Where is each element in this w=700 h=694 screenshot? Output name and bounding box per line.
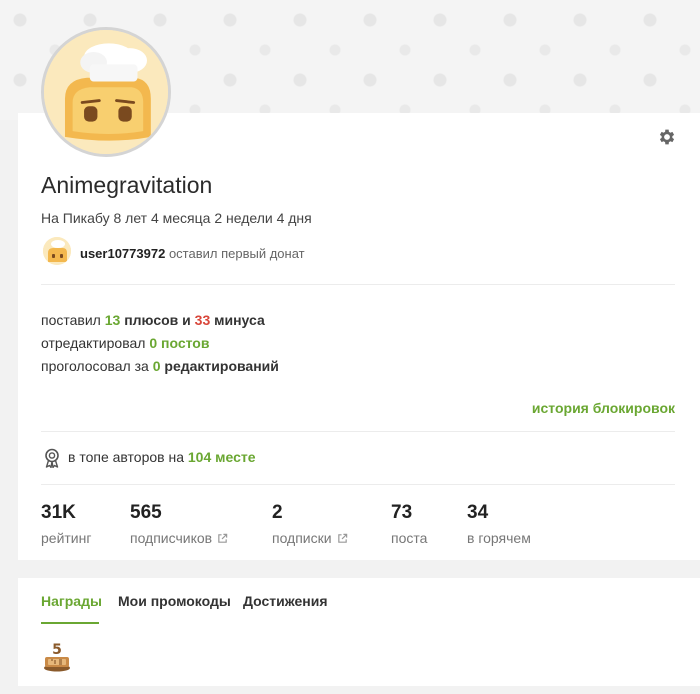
stat-label-wrap: подписчиков — [130, 530, 228, 546]
member-since-text: На Пикабу 8 лет 4 месяца 2 недели 4 дня — [41, 210, 312, 226]
stat-posts[interactable]: 73 поста — [391, 502, 427, 546]
stat-subscriptions[interactable]: 2 подписки — [272, 502, 348, 546]
pluses-count: 13 — [104, 312, 121, 328]
tab-promocodes[interactable]: Мои промокоды — [118, 593, 231, 609]
tab-achievements[interactable]: Достижения — [243, 593, 328, 609]
profile-avatar[interactable] — [41, 27, 171, 157]
donation-notice: user10773972 оставил первый донат — [80, 246, 305, 261]
stat-label-wrap: подписки — [272, 530, 348, 546]
chef-bread-avatar-icon — [44, 30, 168, 154]
block-history-link[interactable]: история блокировок — [532, 400, 675, 416]
stat-value: 565 — [130, 502, 162, 523]
username-heading: Animegravitation — [41, 172, 213, 198]
stat-label: рейтинг — [41, 530, 92, 546]
edited-posts-link[interactable]: 0 постов — [149, 335, 209, 351]
external-link-icon[interactable] — [337, 533, 348, 544]
chef-bread-avatar-icon — [43, 237, 71, 265]
donation-text: оставил первый донат — [168, 246, 305, 261]
voted-count: 0 — [152, 358, 161, 374]
votes-line: поставил 13 плюсов и 33 минуса — [41, 312, 265, 328]
divider — [41, 484, 675, 485]
voted-word: редактирований — [164, 358, 279, 374]
gear-icon[interactable] — [657, 127, 677, 147]
donor-avatar[interactable] — [43, 237, 71, 265]
stat-rating: 31K рейтинг — [41, 502, 91, 546]
author-rank-text: в топе авторов на 104 месте — [68, 449, 256, 465]
tab-awards[interactable]: Награды — [41, 593, 102, 609]
external-link-icon[interactable] — [217, 533, 228, 544]
votes-prefix: поставил — [41, 312, 101, 328]
stat-label: в горячем — [467, 530, 531, 546]
edited-prefix: отредактировал — [41, 335, 146, 351]
minuses-word: минуса — [214, 312, 265, 328]
stat-value: 34 — [467, 502, 489, 523]
divider — [41, 284, 675, 285]
voted-edits-line: проголосовал за 0 редактирований — [41, 358, 279, 374]
stat-value: 73 — [391, 502, 413, 523]
rank-prefix: в топе авторов на — [68, 449, 184, 465]
stat-subscribers[interactable]: 565 подписчиков — [130, 502, 228, 546]
award-ribbon-icon — [45, 448, 59, 468]
pluses-word: плюсов и — [124, 312, 191, 328]
minuses-count: 33 — [194, 312, 211, 328]
award-badge-number: 5 — [52, 642, 62, 658]
voted-prefix: проголосовал за — [41, 358, 149, 374]
stat-value: 31K — [41, 502, 76, 523]
five-years-award-badge-icon[interactable]: 5 — [42, 638, 72, 672]
rank-place-link[interactable]: 104 месте — [188, 449, 256, 465]
stat-label: подписки — [272, 530, 332, 546]
divider — [41, 431, 675, 432]
stat-value: 2 — [272, 502, 283, 523]
active-tab-indicator — [41, 622, 99, 624]
donor-username-link[interactable]: user10773972 — [80, 246, 165, 261]
stat-label: поста — [391, 530, 428, 546]
edited-line: отредактировал 0 постов — [41, 335, 209, 351]
stat-label: подписчиков — [130, 530, 213, 546]
stat-hot[interactable]: 34 в горячем — [467, 502, 531, 546]
